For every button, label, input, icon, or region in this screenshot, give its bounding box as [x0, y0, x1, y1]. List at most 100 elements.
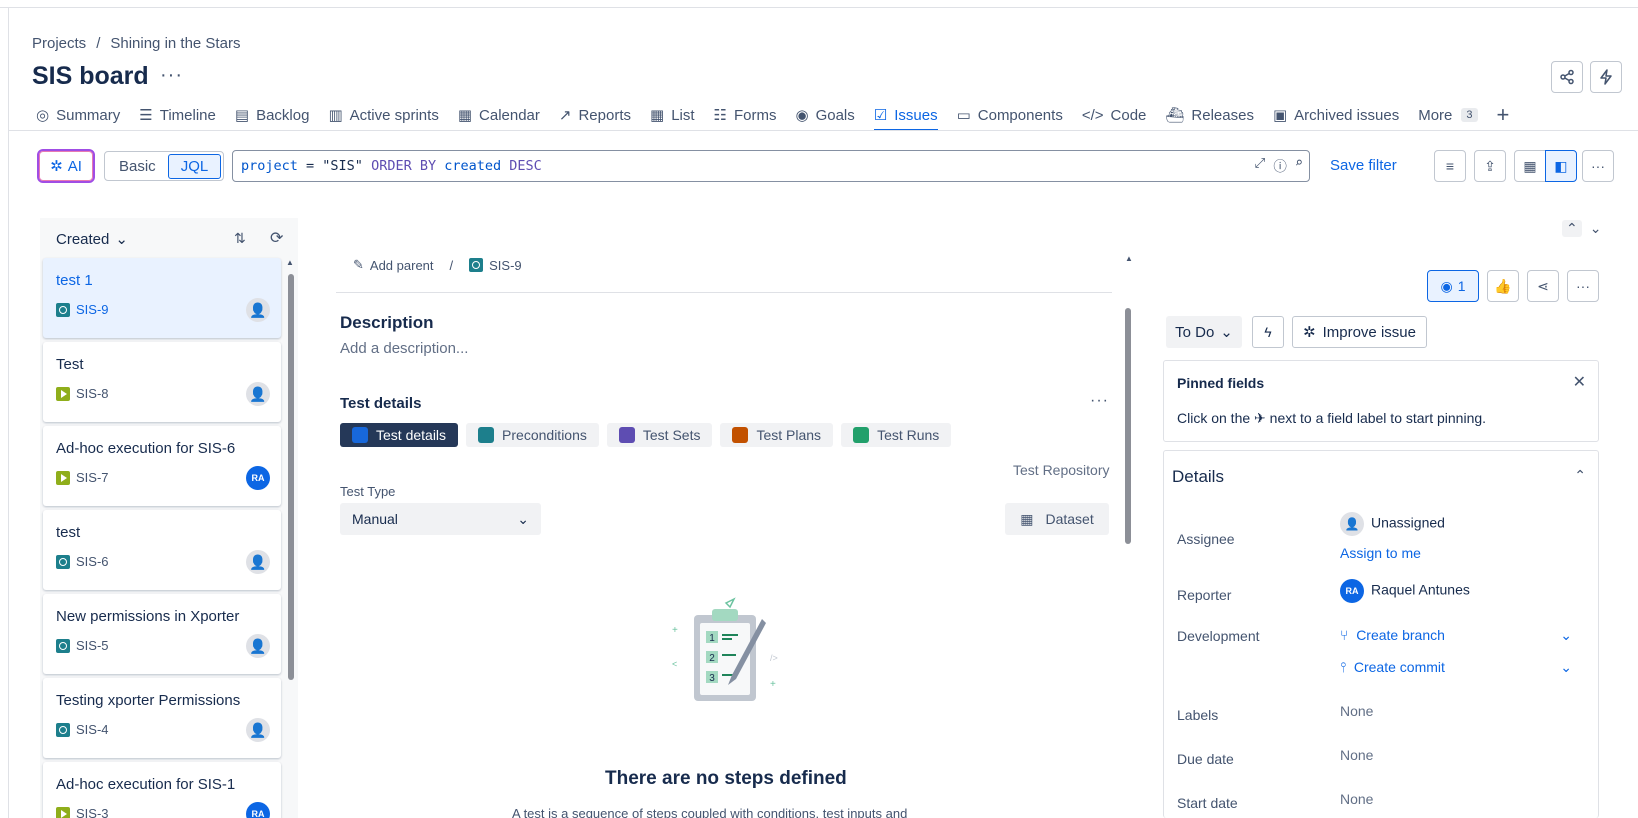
test-tabs: Test details Preconditions Test Sets Tes… [340, 423, 952, 447]
test-details-heading: Test details [340, 395, 422, 412]
ai-search-button[interactable]: ✲ AI [37, 149, 95, 183]
tab-summary[interactable]: ◎ Summary [36, 101, 120, 129]
reporter-value[interactable]: RA Raquel Antunes [1340, 579, 1470, 603]
execution-type-icon [56, 386, 70, 401]
tab-test-plans[interactable]: Test Plans [720, 423, 834, 447]
detail-view-button[interactable]: ◧ [1545, 150, 1577, 182]
test-repository-link[interactable]: Test Repository [1013, 462, 1109, 478]
share-issue-button[interactable]: ⋖ [1527, 270, 1559, 302]
tab-backlog[interactable]: ▤ Backlog [235, 101, 310, 129]
tab-archived-issues[interactable]: ▣ Archived issues [1273, 101, 1399, 129]
tab-components[interactable]: ▭ Components [957, 101, 1063, 129]
status-dropdown[interactable]: To Do ⌄ [1166, 316, 1242, 348]
share-button[interactable] [1551, 61, 1583, 93]
test-type-icon [56, 554, 70, 569]
create-branch-button[interactable]: ⑂ Create branch ⌄ [1340, 627, 1572, 644]
breadcrumb-separator: / [96, 35, 101, 52]
archive-icon: ▣ [1272, 107, 1288, 124]
add-parent-link[interactable]: Add parent [370, 258, 434, 273]
export-button[interactable]: ⇪ [1474, 150, 1506, 182]
jql-mode-button[interactable]: JQL [167, 153, 222, 179]
tab-test-sets[interactable]: Test Sets [606, 423, 713, 447]
help-icon[interactable]: ⓘ [1273, 155, 1287, 175]
tab-forms[interactable]: ☷ Forms [714, 101, 777, 129]
chevron-down-icon[interactable]: ⌄ [1590, 220, 1602, 237]
table-view-icon: ▦ [1523, 157, 1537, 174]
tab-more[interactable]: More 3 [1418, 101, 1478, 129]
list-item[interactable]: Ad-hoc execution for SIS-1 SIS-3 RA [43, 762, 281, 818]
due-date-value[interactable]: None [1340, 747, 1373, 763]
tab-calendar[interactable]: ▦ Calendar [458, 101, 540, 129]
chevron-up-icon[interactable]: ⌃ [1562, 220, 1582, 237]
create-commit-button[interactable]: ⫯ Create commit ⌄ [1340, 659, 1572, 676]
list-view-button[interactable]: ▦ [1514, 150, 1546, 182]
tab-active-sprints[interactable]: ▥ Active sprints [328, 101, 438, 129]
tab-issues[interactable]: ☑ Issues [873, 101, 938, 131]
eye-icon: ◉ [1440, 277, 1453, 294]
jql-input[interactable]: project = "SIS" ORDER BY created DESC ⤢ … [232, 150, 1310, 182]
list-scrollbar[interactable] [288, 274, 294, 680]
test-plan-icon [732, 427, 749, 443]
test-details-more-button[interactable]: ··· [1090, 392, 1109, 410]
breadcrumb-project[interactable]: Shining in the Stars [110, 35, 240, 52]
tab-preconditions[interactable]: Preconditions [466, 423, 599, 447]
svg-text:1: 1 [709, 633, 715, 644]
list-item[interactable]: test SIS-6 👤 [43, 510, 281, 590]
no-steps-title: There are no steps defined [605, 768, 847, 789]
list-item[interactable]: Testing xporter Permissions SIS-4 👤 [43, 678, 281, 758]
filter-button[interactable]: ≡ [1434, 150, 1466, 182]
refresh-icon[interactable]: ⟳ [270, 228, 283, 248]
list-item[interactable]: Ad-hoc execution for SIS-6 SIS-7 RA [43, 426, 281, 506]
sort-order-icon[interactable]: ⇅ [234, 230, 246, 247]
search-mode-toggle: Basic JQL [104, 151, 225, 181]
issue-automation-button[interactable]: ϟ [1252, 316, 1284, 348]
add-tab-button[interactable]: + [1497, 101, 1510, 129]
more-icon: ··· [1591, 158, 1605, 174]
tab-test-details[interactable]: Test details [340, 423, 459, 447]
assignee-value[interactable]: 👤 Unassigned [1340, 512, 1445, 536]
start-date-value[interactable]: None [1340, 791, 1373, 807]
close-icon[interactable]: ✕ [1573, 372, 1586, 392]
improve-issue-button[interactable]: ✲ Improve issue [1292, 316, 1427, 348]
test-run-icon [853, 427, 870, 443]
list-item[interactable]: New permissions in Xporter SIS-5 👤 [43, 594, 281, 674]
tab-reports[interactable]: ↗ Reports [559, 101, 631, 129]
title-more-button[interactable]: ··· [160, 64, 183, 87]
labels-value[interactable]: None [1340, 703, 1373, 719]
detail-scrollbar[interactable] [1125, 308, 1131, 544]
chevron-up-icon[interactable]: ⌃ [1574, 467, 1586, 484]
automation-button[interactable] [1590, 61, 1622, 93]
assign-to-me-link[interactable]: Assign to me [1340, 545, 1421, 561]
branch-icon: ⑂ [1340, 627, 1349, 643]
tab-test-runs[interactable]: Test Runs [841, 423, 952, 447]
watch-button[interactable]: ◉ 1 [1427, 270, 1479, 302]
chevron-down-icon: ⌄ [1560, 627, 1572, 643]
tab-code[interactable]: </> Code [1082, 101, 1147, 129]
breadcrumb-projects[interactable]: Projects [32, 35, 86, 52]
expand-icon[interactable]: ⤢ [1255, 155, 1266, 175]
issue-key-link[interactable]: SIS-9 [489, 258, 522, 273]
unassigned-avatar-icon: 👤 [246, 550, 270, 574]
scroll-up-arrow[interactable]: ▲ [286, 258, 294, 267]
edit-icon: ✎ [353, 257, 364, 272]
tab-releases[interactable]: ⛴ Releases [1165, 101, 1254, 129]
test-type-select[interactable]: Manual ⌄ [340, 503, 541, 535]
tab-list[interactable]: ▦ List [650, 101, 695, 129]
more-count-badge: 3 [1461, 108, 1478, 122]
issue-more-button[interactable]: ··· [1567, 270, 1599, 302]
sort-dropdown[interactable]: Created ⌄ [56, 230, 128, 249]
svg-text:3: 3 [709, 673, 715, 684]
description-field[interactable]: Add a description... [340, 340, 468, 357]
dataset-button[interactable]: ▦ Dataset [1005, 503, 1109, 535]
more-actions-button[interactable]: ··· [1582, 150, 1614, 182]
save-filter-button[interactable]: Save filter [1330, 157, 1397, 174]
chevron-down-icon: ⌄ [1220, 324, 1233, 341]
tab-goals[interactable]: ◉ Goals [795, 101, 854, 129]
search-icon[interactable]: ⌕ [1295, 155, 1303, 175]
tab-timeline[interactable]: ☰ Timeline [139, 101, 216, 129]
list-item[interactable]: test 1 SIS-9 👤 [43, 258, 281, 338]
list-item[interactable]: Test SIS-8 👤 [43, 342, 281, 422]
scroll-up-arrow[interactable]: ▲ [1125, 254, 1133, 263]
like-button[interactable]: 👍 [1487, 270, 1519, 302]
basic-mode-button[interactable]: Basic [107, 155, 168, 178]
